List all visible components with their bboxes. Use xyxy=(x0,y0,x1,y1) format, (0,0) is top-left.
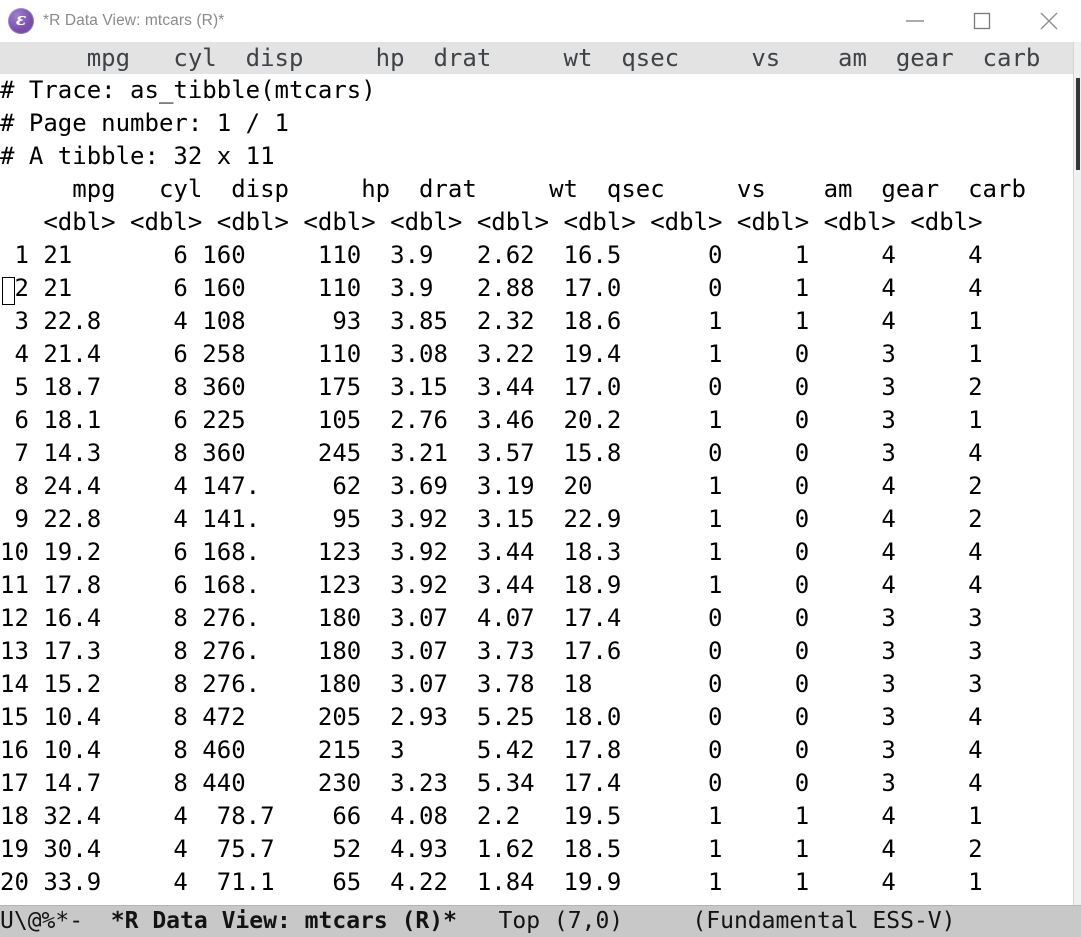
table-row: 2 21 6 160 110 3.9 2.88 17.0 0 1 4 4 xyxy=(0,274,983,302)
table-row: 11 17.8 6 168. 123 3.92 3.44 18.9 1 0 4 … xyxy=(0,571,983,599)
text-buffer[interactable]: # Trace: as_tibble(mtcars) # Page number… xyxy=(0,74,1073,905)
text-cursor xyxy=(2,277,15,305)
window-title: *R Data View: mtcars (R)* xyxy=(43,12,225,29)
scrollbar-thumb[interactable] xyxy=(1076,78,1080,170)
table-row: 3 22.8 4 108 93 3.85 2.32 18.6 1 1 4 1 xyxy=(0,307,983,335)
maximize-icon xyxy=(973,12,991,30)
close-button[interactable] xyxy=(1026,0,1072,42)
modeline-gap-1 xyxy=(83,908,111,934)
table-row: 12 16.4 8 276. 180 3.07 4.07 17.4 0 0 3 … xyxy=(0,604,983,632)
table-row: 1 21 6 160 110 3.9 2.62 16.5 0 1 4 4 xyxy=(0,241,983,269)
table-row: 10 19.2 6 168. 123 3.92 3.44 18.3 1 0 4 … xyxy=(0,538,983,566)
trace-line: # Trace: as_tibble(mtcars) xyxy=(0,76,376,104)
modeline-modes: (Fundamental ESS-V) xyxy=(692,908,956,934)
modeline: U\@%*- *R Data View: mtcars (R)* Top (7,… xyxy=(0,905,1081,937)
modeline-gap-3 xyxy=(623,908,692,934)
column-header-line: mpg cyl disp hp drat wt qsec vs am gear … xyxy=(0,175,1026,203)
modeline-position: Top (7,0) xyxy=(498,908,624,934)
tibble-dimensions-line: # A tibble: 32 x 11 xyxy=(0,142,275,170)
page-number-line: # Page number: 1 / 1 xyxy=(0,109,289,137)
table-row: 9 22.8 4 141. 95 3.92 3.15 22.9 1 0 4 2 xyxy=(0,505,983,533)
minimize-icon xyxy=(906,20,924,22)
modeline-flags: U\@%*- xyxy=(0,908,84,934)
table-row: 20 33.9 4 71.1 65 4.22 1.84 19.9 1 1 4 1 xyxy=(0,868,983,896)
table-row: 8 24.4 4 147. 62 3.69 3.19 20 1 0 4 2 xyxy=(0,472,983,500)
table-row: 19 30.4 4 75.7 52 4.93 1.62 18.5 1 1 4 2 xyxy=(0,835,983,863)
table-row: 14 15.2 8 276. 180 3.07 3.78 18 0 0 3 3 xyxy=(0,670,983,698)
emacs-icon-glyph: ε xyxy=(15,9,27,30)
table-row: 6 18.1 6 225 105 2.76 3.46 20.2 1 0 3 1 xyxy=(0,406,983,434)
table-row: 13 17.3 8 276. 180 3.07 3.73 17.6 0 0 3 … xyxy=(0,637,983,665)
vertical-scrollbar[interactable] xyxy=(1073,42,1081,905)
table-row: 4 21.4 6 258 110 3.08 3.22 19.4 1 0 3 1 xyxy=(0,340,983,368)
table-row: 5 18.7 8 360 175 3.15 3.44 17.0 0 0 3 2 xyxy=(0,373,983,401)
sticky-column-header: mpg cyl disp hp drat wt qsec vs am gear … xyxy=(0,42,1073,74)
table-row: 7 14.3 8 360 245 3.21 3.57 15.8 0 0 3 4 xyxy=(0,439,983,467)
table-row: 16 10.4 8 460 215 3 5.42 17.8 0 0 3 4 xyxy=(0,736,983,764)
close-icon xyxy=(1040,12,1058,30)
table-row: 15 10.4 8 472 205 2.93 5.25 18.0 0 0 3 4 xyxy=(0,703,983,731)
window-titlebar: ε *R Data View: mtcars (R)* xyxy=(0,0,1081,43)
table-row: 18 32.4 4 78.7 66 4.08 2.2 19.5 1 1 4 1 xyxy=(0,802,983,830)
modeline-gap-2 xyxy=(457,908,499,934)
emacs-icon: ε xyxy=(8,8,34,34)
table-row: 17 14.7 8 440 230 3.23 5.34 17.4 0 0 3 4 xyxy=(0,769,983,797)
dtype-line: <dbl> <dbl> <dbl> <dbl> <dbl> <dbl> <dbl… xyxy=(0,208,983,236)
minimize-button[interactable] xyxy=(892,0,938,42)
modeline-buffer-name: *R Data View: mtcars (R)* xyxy=(110,908,457,934)
maximize-button[interactable] xyxy=(959,0,1005,42)
